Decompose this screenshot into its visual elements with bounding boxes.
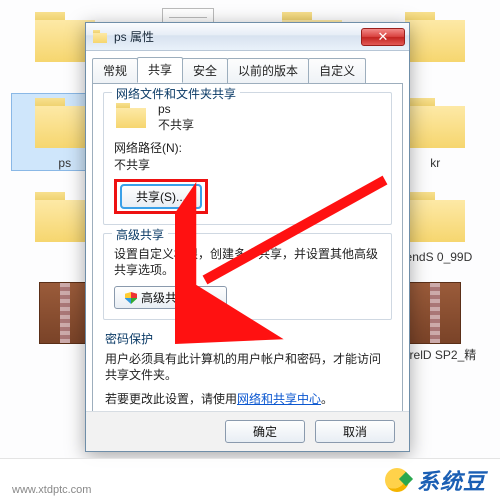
dialog-button-row: 确定 取消 bbox=[86, 411, 409, 451]
advanced-desc: 设置自定义权限，创建多个共享，并设置其他高级共享选项。 bbox=[114, 246, 381, 278]
network-sharing-center-link[interactable]: 网络和共享中心 bbox=[237, 392, 321, 406]
share-button[interactable]: 共享(S)... bbox=[121, 185, 201, 208]
share-status: 不共享 bbox=[158, 117, 194, 133]
watermark-brand: 系统豆 bbox=[417, 464, 486, 496]
archive-icon bbox=[39, 282, 91, 344]
tab-共享[interactable]: 共享 bbox=[137, 57, 183, 83]
group-network-sharing: 网络文件和文件夹共享 ps 不共享 网络路径(N): 不共享 共享(S)... bbox=[103, 92, 392, 225]
archive-icon bbox=[409, 282, 461, 344]
folder-icon bbox=[399, 8, 471, 66]
watermark: www.xtdptc.com 系统豆 bbox=[0, 458, 500, 500]
highlight-box: 共享(S)... bbox=[114, 179, 208, 214]
watermark-logo-icon bbox=[385, 468, 409, 492]
tab-自定义[interactable]: 自定义 bbox=[308, 58, 366, 84]
folder-icon bbox=[92, 29, 108, 45]
watermark-url: www.xtdptc.com bbox=[12, 484, 91, 496]
group-advanced-sharing: 高级共享 设置自定义权限，创建多个共享，并设置其他高级共享选项。 高级共享(D)… bbox=[103, 233, 392, 320]
tab-strip: 常规共享安全以前的版本自定义 bbox=[86, 51, 409, 83]
pwd-line1: 用户必须具有此计算机的用户帐户和密码，才能访问共享文件夹。 bbox=[105, 351, 390, 383]
group-password-protect: 密码保护 用户必须具有此计算机的用户帐户和密码，才能访问共享文件夹。 若要更改此… bbox=[103, 328, 392, 407]
advanced-share-button[interactable]: 高级共享(D)... bbox=[114, 286, 227, 309]
ok-button[interactable]: 确定 bbox=[225, 420, 305, 443]
properties-dialog: ps 属性 ✕ 常规共享安全以前的版本自定义 网络文件和文件夹共享 ps 不共享… bbox=[85, 22, 410, 452]
group-title: 密码保护 bbox=[105, 330, 390, 347]
tab-以前的版本[interactable]: 以前的版本 bbox=[227, 58, 309, 84]
share-name: ps bbox=[158, 101, 194, 117]
folder-icon bbox=[114, 101, 148, 129]
folder-icon bbox=[399, 94, 471, 152]
netpath-value: 不共享 bbox=[114, 156, 381, 173]
group-title: 高级共享 bbox=[112, 226, 168, 243]
tab-安全[interactable]: 安全 bbox=[182, 58, 228, 84]
close-button[interactable]: ✕ bbox=[361, 28, 405, 46]
tab-常规[interactable]: 常规 bbox=[92, 58, 138, 84]
titlebar[interactable]: ps 属性 ✕ bbox=[86, 23, 409, 51]
pwd-line2: 若要更改此设置，请使用网络和共享中心。 bbox=[105, 391, 390, 407]
netpath-label: 网络路径(N): bbox=[114, 139, 381, 156]
cancel-button[interactable]: 取消 bbox=[315, 420, 395, 443]
folder-icon bbox=[399, 188, 471, 246]
tab-panel-sharing: 网络文件和文件夹共享 ps 不共享 网络路径(N): 不共享 共享(S)... … bbox=[92, 83, 403, 429]
window-title: ps 属性 bbox=[114, 28, 361, 45]
group-title: 网络文件和文件夹共享 bbox=[112, 85, 240, 102]
